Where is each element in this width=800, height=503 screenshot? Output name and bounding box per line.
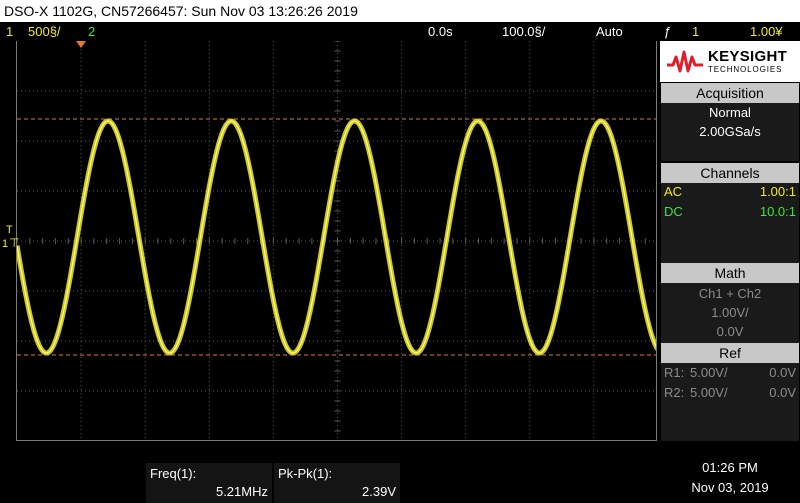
logo-subtitle: TECHNOLOGIES bbox=[708, 65, 783, 74]
r2-offset: 0.0V bbox=[769, 385, 796, 400]
math-offset: 0.0V bbox=[716, 324, 744, 339]
r2-name: R2: bbox=[664, 385, 685, 400]
ch2-coupling: DC bbox=[664, 204, 683, 219]
ch2-number[interactable]: 2 bbox=[88, 22, 95, 41]
acquisition-mode: Normal bbox=[709, 105, 751, 120]
math-scale: 1.00V/ bbox=[711, 305, 749, 320]
channels-header[interactable]: Channels bbox=[661, 163, 799, 183]
time-offset[interactable]: 0.0s bbox=[428, 22, 453, 41]
logo-brand: KEYSIGHT bbox=[708, 48, 788, 65]
measurement-freq-value: 5.21MHz bbox=[215, 484, 268, 499]
trigger-level[interactable]: 1.00¥ bbox=[750, 22, 783, 41]
math-function: Ch1 + Ch2 bbox=[698, 286, 762, 301]
trigger-source[interactable]: 1 bbox=[692, 22, 699, 41]
ch2-probe: 10.0:1 bbox=[759, 204, 796, 219]
trigger-mode[interactable]: Auto bbox=[596, 22, 623, 41]
acquisition-header[interactable]: Acquisition bbox=[661, 83, 799, 103]
status-bar: 1 500§/ 2 0.0s 100.0§/ Auto ƒ 1 1.00¥ bbox=[0, 22, 800, 41]
window-title: DSO-X 1102G, CN57266457: Sun Nov 03 13:2… bbox=[0, 0, 800, 22]
r1-offset: 0.0V bbox=[769, 365, 796, 380]
trigger-slope-icon: ƒ bbox=[664, 24, 672, 39]
acquisition-rate: 2.00GSa/s bbox=[699, 124, 761, 139]
graticule bbox=[17, 41, 656, 440]
ch1-probe: 1.00:1 bbox=[759, 184, 796, 199]
ch1-coupling: AC bbox=[664, 184, 683, 199]
trigger-position-icon[interactable] bbox=[76, 41, 86, 48]
r1-name: R1: bbox=[664, 365, 685, 380]
math-header[interactable]: Math bbox=[661, 263, 799, 283]
ch1-number[interactable]: 1 bbox=[6, 22, 13, 41]
measurement-pkpk-value: 2.39V bbox=[362, 484, 396, 499]
time-scale[interactable]: 100.0§/ bbox=[502, 22, 545, 41]
ch1-ground-marker[interactable]: 1 bbox=[2, 239, 8, 250]
waveform-display[interactable] bbox=[16, 41, 657, 441]
clock-date: Nov 03, 2019 bbox=[691, 480, 769, 495]
clock-time: 01:26 PM bbox=[702, 460, 758, 475]
ground-icon: ⊤ bbox=[9, 236, 20, 250]
measurement-pkpk-label: Pk-Pk(1): bbox=[278, 466, 333, 481]
ch1-scale[interactable]: 500§/ bbox=[28, 22, 61, 41]
ref-header[interactable]: Ref bbox=[661, 343, 799, 363]
waveform-svg bbox=[17, 41, 656, 440]
measurement-freq-label: Freq(1): bbox=[150, 466, 197, 481]
trigger-level-marker[interactable]: T bbox=[6, 225, 13, 236]
r1-scale: 5.00V/ bbox=[690, 365, 728, 380]
r2-scale: 5.00V/ bbox=[690, 385, 728, 400]
keysight-wave-icon bbox=[667, 50, 703, 73]
keysight-logo: KEYSIGHT TECHNOLOGIES bbox=[660, 41, 800, 82]
